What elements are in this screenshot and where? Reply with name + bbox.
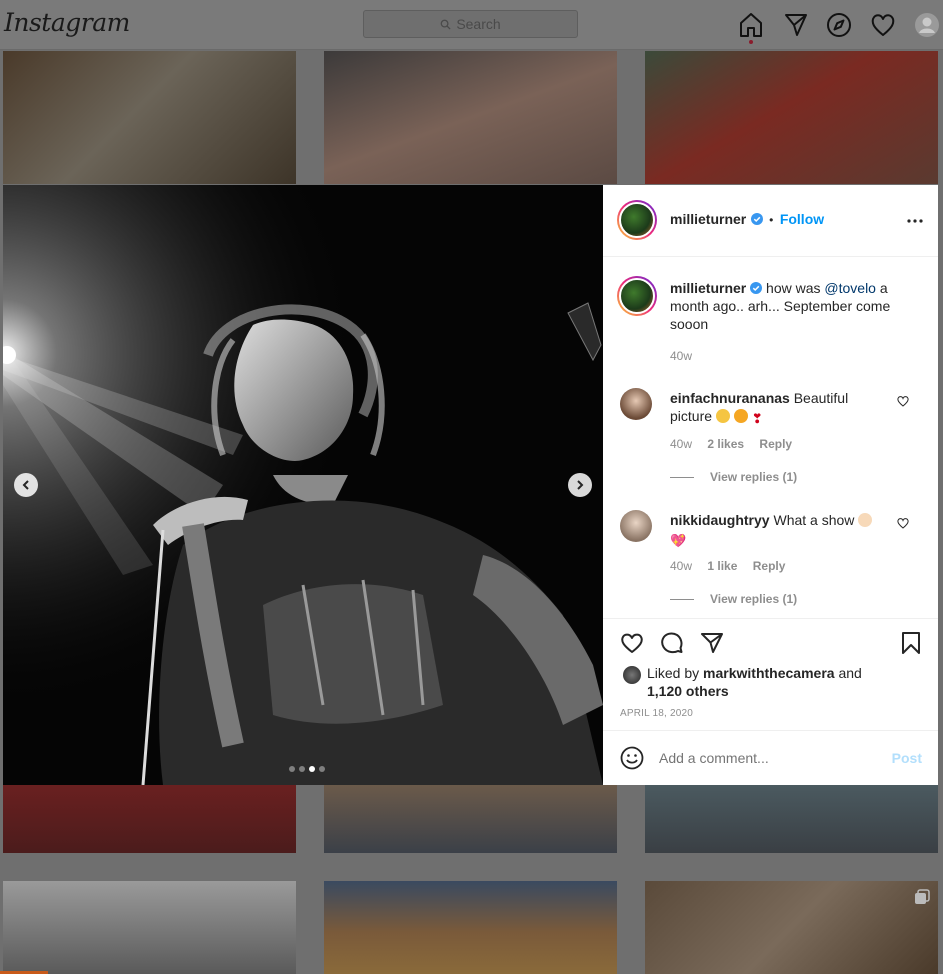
instagram-logo[interactable]: Instagram [4, 8, 130, 37]
grid-photo[interactable] [3, 51, 296, 184]
heart-exclamation-emoji: ❣ [751, 411, 763, 426]
caption-username[interactable]: millieturner [670, 280, 746, 296]
author-username[interactable]: millieturner [670, 211, 746, 227]
chevron-left-icon [22, 480, 29, 490]
reply-button[interactable]: Reply [759, 437, 792, 451]
like-comment-heart-icon[interactable] [897, 517, 909, 529]
comment-likes[interactable]: 1 like [707, 559, 737, 573]
carousel-indicator-icon [915, 889, 930, 904]
share-direct-icon[interactable] [700, 631, 724, 655]
chevron-right-icon [577, 480, 584, 490]
carousel-dots [289, 766, 325, 772]
activity-heart-icon[interactable] [870, 12, 896, 38]
comment-meta: 40w 1 like Reply [670, 559, 785, 573]
post-comment-button[interactable]: Post [892, 750, 922, 766]
commenter-avatar[interactable] [620, 388, 652, 420]
emoji-picker-icon[interactable] [620, 746, 644, 770]
liked-by-prefix: Liked by [647, 665, 704, 681]
caption-avatar[interactable] [617, 276, 657, 316]
carousel-dot [299, 766, 305, 772]
carousel-next-button[interactable] [568, 473, 592, 497]
grid-photo[interactable] [645, 785, 938, 853]
author-avatar[interactable] [617, 200, 657, 240]
separator-bullet: • [769, 213, 774, 227]
explore-icon[interactable] [826, 12, 852, 38]
star-struck-emoji [733, 409, 748, 423]
caption-age[interactable]: 40w [670, 349, 692, 363]
add-comment-bar: Post [603, 730, 938, 785]
comment-likes[interactable]: 2 likes [707, 437, 744, 451]
caption-mention-link[interactable]: @tovelo [824, 280, 876, 296]
view-replies-label: View replies (1) [710, 592, 798, 606]
view-replies-button[interactable]: View replies (1) [670, 592, 797, 606]
like-comment-heart-icon[interactable] [897, 395, 909, 407]
comment-age[interactable]: 40w [670, 559, 692, 573]
save-bookmark-icon[interactable] [899, 631, 923, 655]
caption: millieturner how was @tovelo a month ago… [670, 279, 910, 333]
search-icon [440, 19, 451, 30]
grid-photo[interactable] [645, 881, 938, 974]
post-actions: Liked by markwiththecamera and 1,120 oth… [603, 618, 938, 730]
profile-avatar[interactable] [914, 12, 940, 38]
liked-by-middle: and [834, 665, 862, 681]
carousel-dot [309, 766, 315, 772]
comment-text: What a show [769, 512, 859, 528]
comment-username[interactable]: nikkidaughtryy [670, 512, 770, 528]
carousel-dot [319, 766, 325, 772]
home-icon[interactable] [738, 12, 764, 38]
add-comment-input[interactable] [659, 748, 879, 768]
direct-icon[interactable] [783, 12, 809, 38]
comments-list: millieturner how was @tovelo a month ago… [603, 258, 938, 618]
more-options-icon[interactable] [907, 213, 923, 229]
search-box[interactable]: Search [363, 10, 578, 38]
comment-username[interactable]: einfachnurananas [670, 390, 790, 406]
comment-1: einfachnurananas Beautiful picture ❣ [670, 389, 890, 426]
commenter-avatar[interactable] [620, 510, 652, 542]
like-heart-icon[interactable] [620, 631, 644, 655]
post-media[interactable] [3, 185, 603, 785]
liked-by-others[interactable]: 1,120 others [647, 683, 729, 699]
verified-badge-icon [750, 213, 763, 225]
follow-button[interactable]: Follow [780, 211, 824, 227]
view-replies-label: View replies (1) [710, 470, 798, 484]
comment-age[interactable]: 40w [670, 437, 692, 451]
liked-by-avatar[interactable] [623, 666, 641, 684]
top-navbar: Instagram Search [0, 0, 943, 50]
sparkling-heart-emoji: 💖 [670, 533, 687, 548]
view-replies-button[interactable]: View replies (1) [670, 470, 797, 484]
caption-text-before: how was [762, 280, 825, 296]
search-placeholder: Search [456, 16, 501, 32]
post-details-panel: millieturner • Follow millieturner how w… [603, 185, 938, 785]
post-date[interactable]: APRIL 18, 2020 [620, 708, 693, 719]
reply-button[interactable]: Reply [753, 559, 786, 573]
grid-photo[interactable] [3, 881, 296, 974]
verified-badge-icon [750, 282, 763, 294]
liked-by-text: Liked by markwiththecamera and 1,120 oth… [647, 664, 897, 700]
comment-meta: 40w 2 likes Reply [670, 437, 792, 451]
grid-photo[interactable] [3, 785, 296, 853]
grid-photo[interactable] [324, 785, 617, 853]
carousel-prev-button[interactable] [14, 473, 38, 497]
carousel-dot [289, 766, 295, 772]
pleading-face-emoji [715, 409, 730, 423]
comment-2: nikkidaughtryy What a show 💖 [670, 511, 890, 548]
active-nav-indicator [749, 40, 753, 44]
grid-photo[interactable] [645, 51, 938, 184]
post-photo [3, 185, 603, 785]
liked-by-user[interactable]: markwiththecamera [703, 665, 835, 681]
clapping-hands-emoji [858, 513, 873, 527]
post-header: millieturner • Follow [603, 185, 938, 257]
comment-bubble-icon[interactable] [660, 631, 684, 655]
grid-photo[interactable] [324, 51, 617, 184]
grid-photo[interactable] [324, 881, 617, 974]
